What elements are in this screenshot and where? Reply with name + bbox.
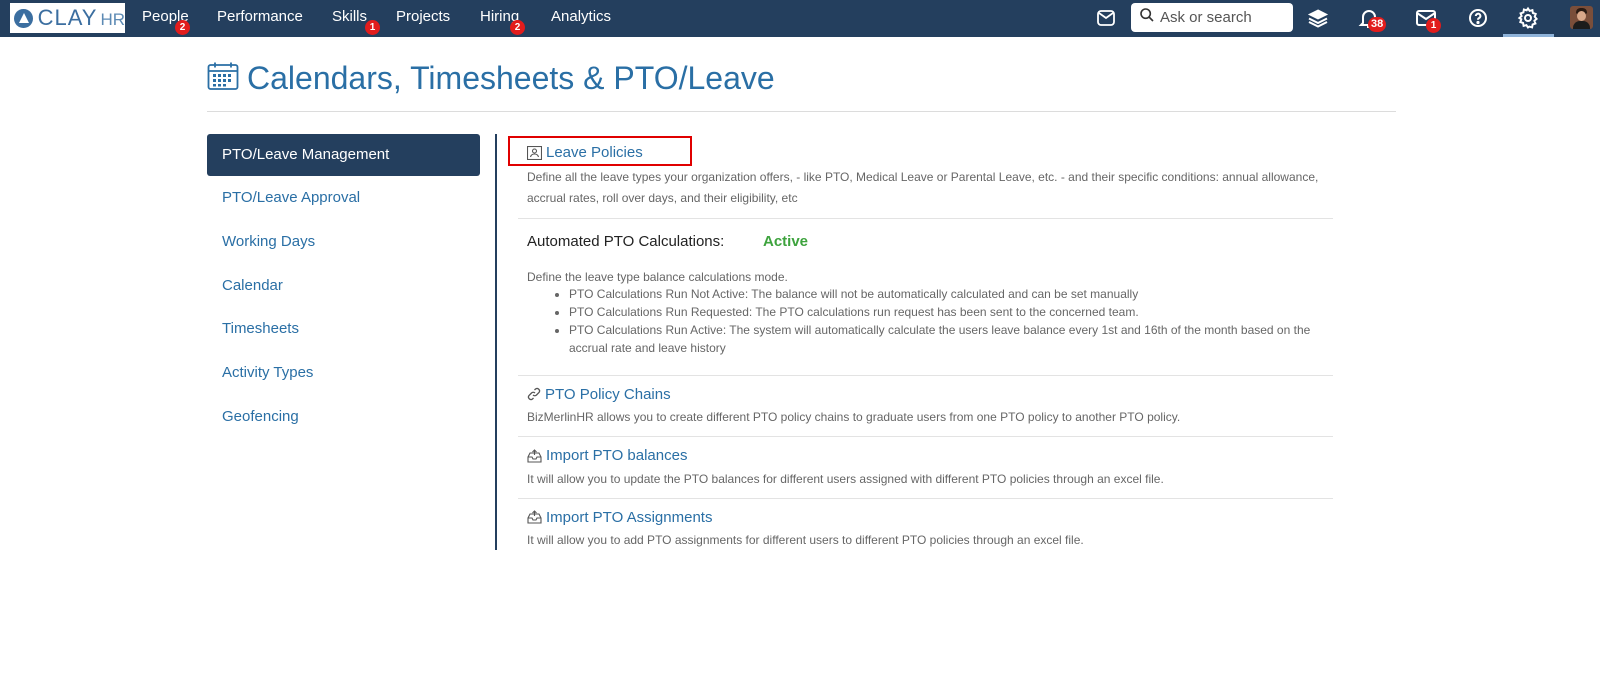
nav-projects[interactable]: Projects [396, 0, 450, 37]
clayhr-logo[interactable]: CLAY HR [10, 3, 125, 33]
pto-policy-chains-link[interactable]: PTO Policy Chains [527, 386, 671, 403]
import-pto-assignments-link[interactable]: Import PTO Assignments [527, 509, 712, 526]
link-icon [527, 387, 541, 401]
avatar-face [1577, 11, 1586, 21]
nav-skills-label: Skills [332, 8, 368, 25]
nav-analytics[interactable]: Analytics [551, 0, 611, 37]
nav-performance-label: Performance [217, 8, 303, 25]
nav-projects-label: Projects [396, 8, 451, 25]
nav-analytics-label: Analytics [551, 8, 612, 25]
top-navbar: CLAY HR People 2 Performance Skills 1 Pro… [0, 0, 1600, 37]
content-panel: Leave Policies Define all the leave type… [518, 134, 1333, 551]
header-divider [207, 111, 1396, 112]
skills-badge: 1 [365, 20, 380, 35]
people-badge: 2 [175, 20, 190, 35]
policy-chains-description: BizMerlinHR allows you to create differe… [527, 410, 1181, 424]
nav-hiring[interactable]: Hiring 2 [480, 0, 525, 37]
logo-text: CLAY HR [38, 5, 125, 31]
import-pto-balances-link[interactable]: Import PTO balances [527, 447, 687, 464]
mail-check-icon[interactable] [1094, 6, 1118, 30]
avatar-shirt [1573, 21, 1590, 29]
import-balances-section: Import PTO balances It will allow you to… [518, 437, 1333, 490]
automated-pto-intro: Define the leave type balance calculatio… [527, 269, 788, 284]
nav-skills[interactable]: Skills 1 [332, 0, 380, 37]
search-icon [1139, 7, 1155, 28]
sidebar-item-geofencing[interactable]: Geofencing [207, 396, 480, 438]
pto-mode-not-active: PTO Calculations Run Not Active: The bal… [569, 285, 1333, 303]
sidebar-item-pto-leave-approval[interactable]: PTO/Leave Approval [207, 177, 480, 219]
pto-mode-active: PTO Calculations Run Active: The system … [569, 321, 1333, 357]
vertical-divider [495, 134, 497, 550]
messages-badge: 1 [1426, 18, 1441, 33]
leave-policies-link[interactable]: Leave Policies [527, 144, 643, 161]
calendar-icon [207, 61, 239, 96]
automated-pto-status[interactable]: Active [763, 233, 808, 250]
notifications-badge: 38 [1368, 17, 1387, 32]
sidebar-item-working-days[interactable]: Working Days [207, 221, 480, 263]
automated-pto-section: Automated PTO Calculations: Active Defin… [518, 219, 1333, 357]
nav-performance[interactable]: Performance [217, 0, 303, 37]
tray-upload-icon [527, 448, 542, 463]
sidebar-item-pto-leave-management[interactable]: PTO/Leave Management [207, 134, 480, 176]
sidebar-item-calendar[interactable]: Calendar [207, 265, 480, 307]
search-bar[interactable] [1131, 3, 1293, 32]
pto-modes-list: PTO Calculations Run Not Active: The bal… [569, 285, 1333, 357]
gear-icon[interactable] [1516, 6, 1540, 30]
page-title: Calendars, Timesheets & PTO/Leave [247, 60, 775, 96]
import-assignments-section: Import PTO Assignments It will allow you… [518, 499, 1333, 552]
page-header: Calendars, Timesheets & PTO/Leave [207, 60, 775, 97]
search-input[interactable] [1160, 9, 1285, 26]
layers-icon[interactable] [1306, 6, 1330, 30]
pto-mode-requested: PTO Calculations Run Requested: The PTO … [569, 303, 1333, 321]
envelope-icon[interactable]: 1 [1414, 6, 1441, 33]
policy-chains-section: PTO Policy Chains BizMerlinHR allows you… [518, 376, 1333, 429]
leave-policies-title: Leave Policies [546, 144, 643, 161]
policy-chains-title: PTO Policy Chains [545, 385, 671, 403]
logo-word: CLAY [37, 5, 98, 30]
hiring-badge: 2 [510, 20, 525, 35]
tray-upload-icon [527, 510, 542, 524]
logo-suffix: HR [100, 10, 125, 29]
import-balances-description: It will allow you to update the PTO bala… [527, 471, 1164, 486]
automated-pto-label: Automated PTO Calculations: [527, 232, 725, 250]
nav-people[interactable]: People 2 [142, 0, 190, 37]
import-assignments-title: Import PTO Assignments [546, 508, 713, 526]
logo-icon [14, 8, 33, 28]
leave-policies-section: Leave Policies Define all the leave type… [518, 134, 1333, 209]
leave-policies-description: Define all the leave types your organiza… [527, 169, 1319, 205]
sidebar-item-timesheets[interactable]: Timesheets [207, 308, 480, 350]
import-balances-title: Import PTO balances [546, 447, 688, 464]
help-icon[interactable] [1466, 6, 1490, 30]
import-assignments-description: It will allow you to add PTO assignments… [527, 533, 1084, 547]
bell-icon[interactable]: 38 [1357, 6, 1387, 32]
id-card-icon [527, 145, 542, 160]
avatar[interactable] [1570, 6, 1593, 29]
sidebar-item-activity-types[interactable]: Activity Types [207, 352, 480, 394]
